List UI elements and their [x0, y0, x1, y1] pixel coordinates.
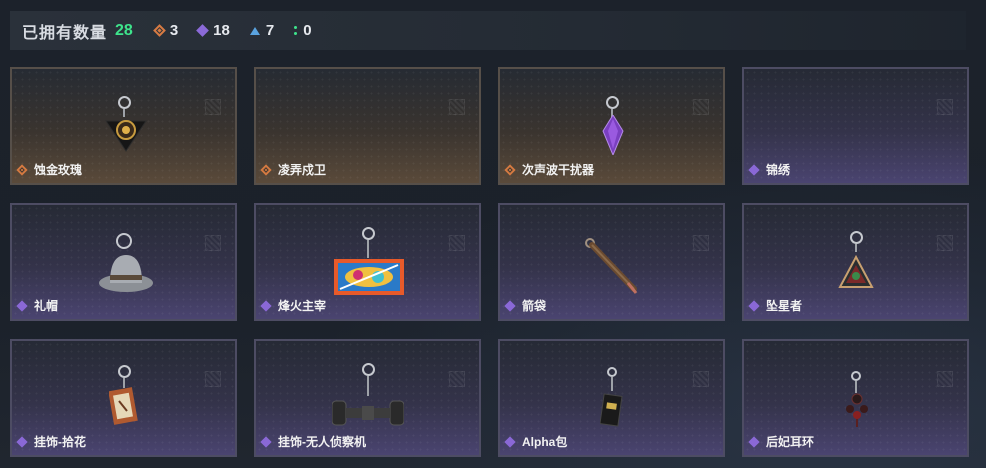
item-card[interactable]: 锦绣 — [742, 67, 969, 185]
item-name: 坠星者 — [766, 299, 803, 313]
item-name: 后妃耳环 — [766, 435, 815, 449]
item-label: Alpha包 — [504, 433, 568, 450]
item-card[interactable]: 蚀金玫瑰 — [10, 67, 237, 185]
orange-gem-icon — [152, 24, 166, 37]
purple-gem-icon — [16, 435, 28, 448]
stat-orange: 3 — [152, 22, 179, 39]
item-name: 挂饰-无人侦察机 — [278, 435, 366, 449]
purple-gem-icon — [748, 299, 760, 312]
orange-gem-icon — [260, 163, 272, 176]
stat-purple: 18 — [196, 22, 230, 39]
item-label: 后妃耳环 — [748, 433, 815, 450]
orange-gem-icon — [504, 163, 516, 176]
item-card[interactable]: 箭袋 — [498, 203, 725, 321]
item-label: 坠星者 — [748, 297, 803, 314]
stat-green: 0 — [294, 22, 312, 39]
item-card[interactable]: 礼帽 — [10, 203, 237, 321]
purple-gem-icon — [504, 435, 516, 448]
stat-orange-value: 3 — [169, 22, 179, 39]
item-label: 凌弄戍卫 — [260, 161, 327, 178]
purple-gem-icon — [16, 299, 28, 312]
item-name: 箭袋 — [522, 299, 547, 313]
item-name: 烽火主宰 — [278, 299, 327, 313]
owned-count-bar: 已拥有数量 28 3 18 7 0 — [10, 11, 966, 50]
stat-green-value: 0 — [303, 22, 312, 39]
purple-gem-icon — [748, 163, 760, 176]
purple-gem-icon — [504, 299, 516, 312]
item-card[interactable]: Alpha包 — [498, 339, 725, 457]
item-card[interactable]: 挂饰-无人侦察机 — [254, 339, 481, 457]
purple-gem-icon — [260, 299, 272, 312]
owned-count-total: 28 — [115, 21, 133, 39]
purple-gem-icon — [260, 435, 272, 448]
stat-blue-value: 7 — [265, 22, 275, 39]
item-name: 挂饰-拾花 — [34, 435, 86, 449]
item-label: 次声波干扰器 — [504, 161, 595, 178]
item-card[interactable]: 后妃耳环 — [742, 339, 969, 457]
purple-gem-icon — [748, 435, 760, 448]
item-label: 锦绣 — [748, 161, 791, 178]
item-card[interactable]: 挂饰-拾花 — [10, 339, 237, 457]
stat-blue: 7 — [249, 22, 275, 39]
item-card[interactable]: 坠星者 — [742, 203, 969, 321]
owned-count-title: 已拥有数量 — [22, 24, 108, 42]
item-card[interactable]: 烽火主宰 — [254, 203, 481, 321]
green-dots-icon — [294, 26, 298, 35]
stat-purple-value: 18 — [213, 22, 230, 39]
item-label: 挂饰-拾花 — [16, 433, 86, 450]
item-label: 礼帽 — [16, 297, 59, 314]
item-label: 箭袋 — [504, 297, 547, 314]
item-name: 凌弄戍卫 — [278, 163, 327, 177]
purple-gem-icon — [196, 24, 210, 37]
item-label: 烽火主宰 — [260, 297, 327, 314]
item-name: 礼帽 — [34, 299, 59, 313]
item-label: 蚀金玫瑰 — [16, 161, 83, 178]
item-name: 蚀金玫瑰 — [34, 163, 83, 177]
item-name: 次声波干扰器 — [522, 163, 595, 177]
item-name: Alpha包 — [522, 435, 568, 449]
orange-gem-icon — [16, 163, 28, 176]
item-card[interactable]: 次声波干扰器 — [498, 67, 725, 185]
item-name: 锦绣 — [766, 163, 791, 177]
blue-triangle-icon — [249, 26, 260, 35]
item-label: 挂饰-无人侦察机 — [260, 433, 366, 450]
item-card[interactable]: 凌弄戍卫 — [254, 67, 481, 185]
